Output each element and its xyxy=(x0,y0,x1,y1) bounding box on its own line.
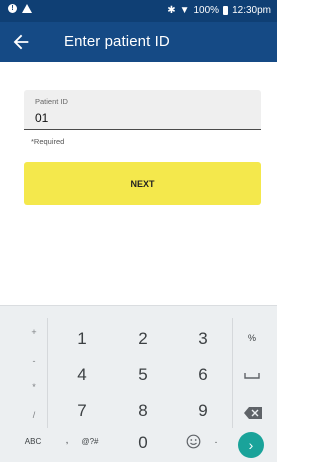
wifi-icon: ▼ xyxy=(179,5,190,16)
key-2[interactable]: 2 xyxy=(131,329,155,349)
key-0[interactable]: 0 xyxy=(131,433,155,453)
warning-icon xyxy=(22,4,32,13)
page-title: Enter patient ID xyxy=(64,33,170,50)
key-4[interactable]: 4 xyxy=(70,365,94,385)
battery-icon xyxy=(223,6,229,15)
key-symbols[interactable]: @?# xyxy=(77,437,103,446)
info-icon: ! xyxy=(8,4,17,13)
key-8[interactable]: 8 xyxy=(131,401,155,421)
backspace-icon[interactable] xyxy=(244,407,262,419)
go-button[interactable]: › xyxy=(238,432,264,458)
space-icon[interactable] xyxy=(244,372,260,380)
key-minus[interactable]: - xyxy=(27,356,41,366)
app-bar: Enter patient ID xyxy=(0,22,277,62)
keyboard-divider xyxy=(47,318,48,428)
keyboard-divider xyxy=(232,318,233,428)
clock: 12:30pm xyxy=(232,5,271,16)
patient-id-input[interactable]: 01 xyxy=(35,111,48,125)
key-multiply[interactable]: * xyxy=(27,382,41,392)
status-bar: ! ✱ ▼ 100% 12:30pm xyxy=(0,0,277,22)
patient-id-field[interactable]: Patient ID 01 xyxy=(24,90,261,130)
battery-level: 100% xyxy=(193,5,220,16)
key-6[interactable]: 6 xyxy=(191,365,215,385)
bluetooth-icon: ✱ xyxy=(167,5,176,16)
key-comma[interactable]: , xyxy=(62,435,72,446)
key-9[interactable]: 9 xyxy=(191,401,215,421)
key-3[interactable]: 3 xyxy=(191,329,215,349)
key-7[interactable]: 7 xyxy=(70,401,94,421)
key-abc[interactable]: ABC xyxy=(20,437,46,446)
key-1[interactable]: 1 xyxy=(70,329,94,349)
chevron-right-icon: › xyxy=(248,437,254,453)
patient-id-label: Patient ID xyxy=(35,97,68,106)
key-5[interactable]: 5 xyxy=(131,365,155,385)
key-percent[interactable]: % xyxy=(243,333,261,343)
key-period[interactable]: . xyxy=(212,435,220,446)
numeric-keyboard: + - * / 1 2 3 4 5 6 7 8 9 % ABC , @?# 0 … xyxy=(0,305,277,462)
emoji-icon[interactable] xyxy=(186,434,201,449)
key-plus[interactable]: + xyxy=(27,327,41,337)
next-button[interactable]: NEXT xyxy=(24,162,261,205)
key-divide[interactable]: / xyxy=(27,410,41,420)
required-hint: *Required xyxy=(31,137,65,146)
back-arrow-icon[interactable] xyxy=(10,31,32,53)
